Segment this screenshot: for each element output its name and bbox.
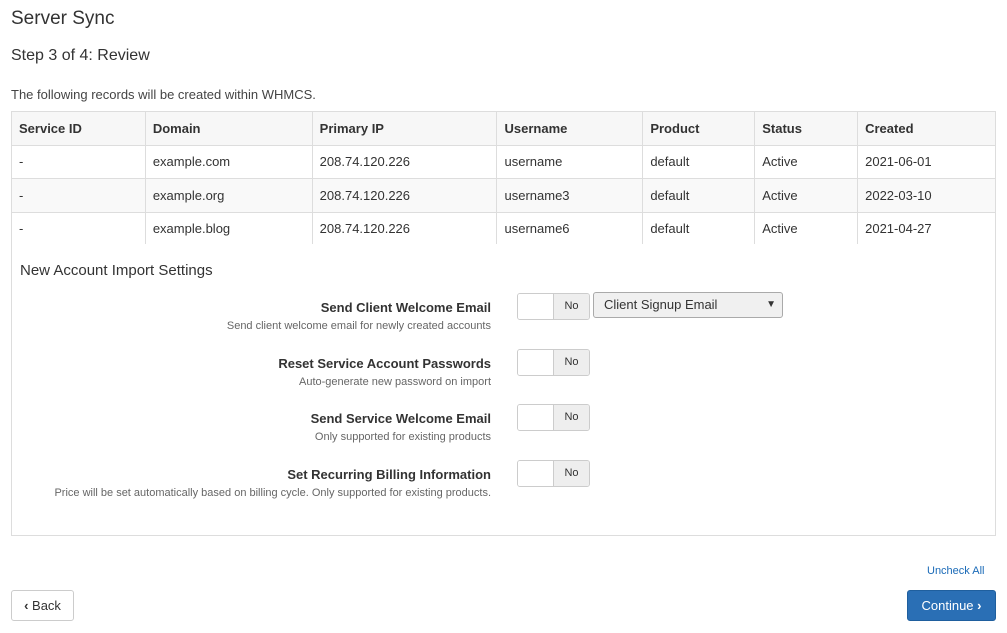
setting-help: Price will be set automatically based on… — [54, 487, 491, 499]
setting-label: Send Client Welcome Email — [320, 300, 491, 315]
cell-primary-ip: 208.74.120.226 — [311, 178, 498, 213]
reset-passwords-toggle[interactable]: No — [517, 349, 590, 376]
setting-help: Auto-generate new password on import — [299, 376, 491, 388]
cell-created: 2022-03-10 — [857, 178, 996, 213]
toggle-state: No — [553, 350, 589, 375]
setting-label: Set Recurring Billing Information — [287, 467, 491, 482]
setting-reset-service-passwords: Reset Service Account Passwords Auto-gen… — [12, 349, 997, 395]
cell-product: default — [642, 211, 756, 246]
cell-username: username — [496, 144, 644, 179]
import-settings-panel: New Account Import Settings Send Client … — [11, 244, 996, 536]
col-service-id: Service ID — [11, 111, 146, 146]
cell-product: default — [642, 178, 756, 213]
cell-created: 2021-04-27 — [857, 211, 996, 246]
chevron-down-icon: ▼ — [766, 299, 776, 310]
settings-title: New Account Import Settings — [20, 262, 213, 279]
cell-domain: example.blog — [144, 211, 313, 246]
cell-product: default — [642, 144, 756, 179]
cell-username: username3 — [496, 178, 644, 213]
select-value: Client Signup Email — [604, 297, 718, 312]
toggle-state: No — [553, 294, 589, 319]
col-product: Product — [642, 111, 756, 146]
cell-domain: example.com — [144, 144, 313, 179]
toggle-state: No — [553, 461, 589, 486]
toggle-state: No — [553, 405, 589, 430]
records-table: Service ID Domain Primary IP Username Pr… — [11, 111, 996, 246]
step-indicator: Step 3 of 4: Review — [11, 47, 150, 64]
continue-button[interactable]: Continue › — [907, 590, 996, 621]
send-client-welcome-toggle[interactable]: No — [517, 293, 590, 320]
table-header-row: Service ID Domain Primary IP Username Pr… — [11, 111, 996, 146]
uncheck-all-link[interactable]: Uncheck All — [927, 565, 984, 577]
cell-service-id: - — [11, 211, 146, 246]
setting-help: Send client welcome email for newly crea… — [226, 320, 491, 332]
col-username: Username — [496, 111, 644, 146]
cell-created: 2021-06-01 — [857, 144, 996, 179]
intro-text: The following records will be created wi… — [11, 87, 316, 102]
email-template-select[interactable]: Client Signup Email ▼ — [593, 292, 783, 318]
cell-status: Active — [754, 178, 859, 213]
cell-status: Active — [754, 144, 859, 179]
chevron-left-icon: ‹ — [24, 598, 29, 613]
col-status: Status — [754, 111, 859, 146]
col-domain: Domain — [144, 111, 313, 146]
chevron-right-icon: › — [977, 598, 982, 613]
send-service-welcome-toggle[interactable]: No — [517, 404, 590, 431]
cell-status: Active — [754, 211, 859, 246]
setting-recurring-billing: Set Recurring Billing Information Price … — [12, 460, 997, 506]
col-created: Created — [857, 111, 996, 146]
cell-service-id: - — [11, 178, 146, 213]
page-title: Server Sync — [11, 8, 115, 29]
setting-help: Only supported for existing products — [314, 431, 491, 443]
setting-send-client-welcome-email: Send Client Welcome Email Send client we… — [12, 292, 997, 339]
back-label: Back — [32, 598, 61, 613]
recurring-billing-toggle[interactable]: No — [517, 460, 590, 487]
setting-label: Reset Service Account Passwords — [278, 356, 491, 371]
cell-primary-ip: 208.74.120.226 — [311, 144, 498, 179]
server-sync-page: Server Sync Step 3 of 4: Review The foll… — [0, 0, 1007, 633]
cell-primary-ip: 208.74.120.226 — [311, 211, 498, 246]
continue-label: Continue — [921, 598, 974, 613]
table-row: - example.org 208.74.120.226 username3 d… — [11, 178, 996, 213]
setting-send-service-welcome-email: Send Service Welcome Email Only supporte… — [12, 404, 997, 450]
back-button[interactable]: ‹ Back — [11, 590, 74, 621]
cell-domain: example.org — [144, 178, 313, 213]
table-row: - example.blog 208.74.120.226 username6 … — [11, 211, 996, 246]
setting-label: Send Service Welcome Email — [310, 411, 491, 426]
col-primary-ip: Primary IP — [311, 111, 498, 146]
cell-username: username6 — [496, 211, 644, 246]
table-row: - example.com 208.74.120.226 username de… — [11, 144, 996, 179]
cell-service-id: - — [11, 144, 146, 179]
